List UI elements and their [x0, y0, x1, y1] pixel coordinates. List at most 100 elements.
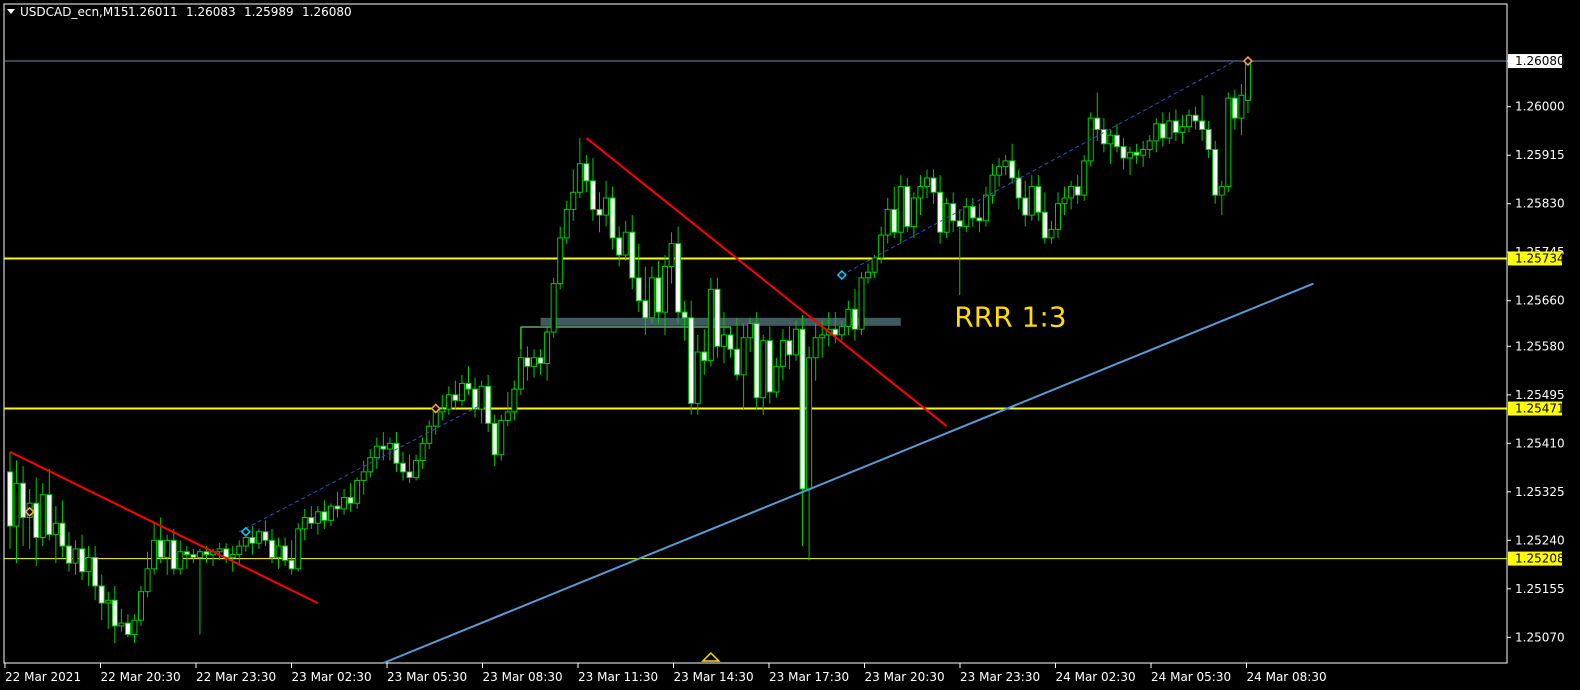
candle-body	[341, 497, 348, 510]
candle-body	[701, 351, 708, 362]
price-badge-label: 1.25734	[1515, 251, 1565, 265]
candle	[910, 192, 917, 238]
candle	[85, 546, 92, 586]
candle	[1113, 123, 1120, 153]
candle	[727, 326, 734, 358]
candle	[616, 226, 623, 267]
candle	[13, 460, 20, 564]
candle	[314, 506, 321, 535]
candle-body	[707, 288, 714, 362]
dashed-trade-line[interactable]	[239, 404, 482, 533]
candle	[694, 334, 701, 415]
candle	[262, 520, 269, 547]
candle	[308, 506, 315, 529]
candle-body	[282, 545, 289, 561]
candle-body	[13, 482, 20, 527]
candle-body	[400, 462, 406, 473]
candle-body	[334, 505, 341, 510]
candle-body	[714, 288, 721, 347]
candle-body	[373, 445, 380, 459]
candle	[354, 477, 361, 509]
price-level-badge: 1.25208	[1508, 551, 1565, 566]
high-value: 1.26083	[186, 5, 236, 19]
candle	[982, 186, 989, 227]
symbol-label: USDCAD_ecn,M15	[20, 5, 129, 19]
candle-body	[1022, 197, 1029, 216]
candle-body	[1244, 60, 1251, 101]
candle-body	[989, 174, 996, 196]
candle-body	[799, 328, 806, 490]
trend-lines-layer	[9, 60, 1314, 664]
price-level-badge: 1.25734	[1508, 251, 1565, 266]
candle	[806, 346, 813, 561]
x-tick-label: 23 Mar 23:30	[960, 670, 1040, 684]
candle-body	[583, 163, 590, 182]
candle-body	[524, 357, 531, 367]
candle	[825, 312, 832, 347]
candle-body	[1094, 117, 1101, 131]
candle-body	[655, 277, 662, 313]
x-tick-label: 22 Mar 20:30	[101, 670, 181, 684]
candle-body	[164, 539, 171, 558]
candle-body	[1225, 97, 1232, 188]
candle	[1107, 129, 1114, 164]
candle	[865, 263, 872, 284]
candle-body	[157, 539, 164, 558]
dropdown-triangle-icon[interactable]	[7, 9, 15, 14]
candle-body	[642, 300, 649, 319]
candle	[714, 277, 721, 358]
candle	[675, 226, 682, 324]
candle	[655, 260, 662, 324]
candle-body	[1159, 123, 1166, 139]
candle-body	[779, 340, 786, 367]
x-tick-label: 23 Mar 08:30	[483, 670, 563, 684]
candle-body	[236, 545, 243, 556]
candle	[753, 312, 760, 410]
candle-body	[688, 317, 695, 404]
candle-body	[92, 556, 99, 587]
candle	[956, 209, 963, 295]
candle	[426, 420, 433, 450]
candle-body	[269, 539, 275, 558]
candlestick-chart[interactable]: 1.260801.260001.259151.258301.257451.256…	[0, 0, 1580, 690]
candle-body	[609, 197, 616, 239]
candle	[937, 175, 944, 244]
chart-header: USDCAD_ecn,M15 1.26011 1.26083 1.25989 1…	[7, 5, 352, 19]
candle	[622, 220, 629, 261]
candle-body	[445, 394, 452, 410]
candle	[550, 277, 557, 338]
candle-body	[720, 334, 727, 347]
candle	[183, 546, 190, 569]
candle	[491, 414, 498, 467]
rrr-annotation[interactable]: RRR 1:3	[954, 300, 1066, 333]
candle	[1055, 192, 1061, 238]
candle-body	[1238, 94, 1245, 119]
candle	[1100, 118, 1107, 153]
candle-body	[1166, 120, 1173, 139]
candle-body	[603, 197, 610, 216]
trend-line[interactable]	[382, 282, 1314, 664]
candle-body	[635, 277, 642, 302]
trade-arrow-icon	[240, 526, 251, 537]
candle-body	[550, 283, 557, 333]
candle	[1166, 112, 1173, 144]
candle-body	[183, 551, 190, 556]
candle	[373, 437, 380, 470]
candle	[1238, 83, 1245, 136]
y-tick-label: 1.25495	[1515, 388, 1565, 402]
candle	[164, 534, 171, 575]
low-value: 1.25989	[244, 5, 294, 19]
candle	[1022, 180, 1029, 227]
candle-body	[681, 311, 688, 319]
candle-body	[976, 217, 983, 222]
candle-body	[498, 420, 505, 456]
candle	[524, 346, 531, 381]
candle	[897, 175, 904, 244]
candle-body	[1015, 177, 1022, 199]
candle-body	[354, 479, 361, 504]
candle	[1186, 109, 1192, 133]
candle	[1028, 175, 1035, 221]
candle	[517, 326, 524, 395]
candle	[236, 540, 243, 567]
candle-body	[537, 357, 544, 364]
